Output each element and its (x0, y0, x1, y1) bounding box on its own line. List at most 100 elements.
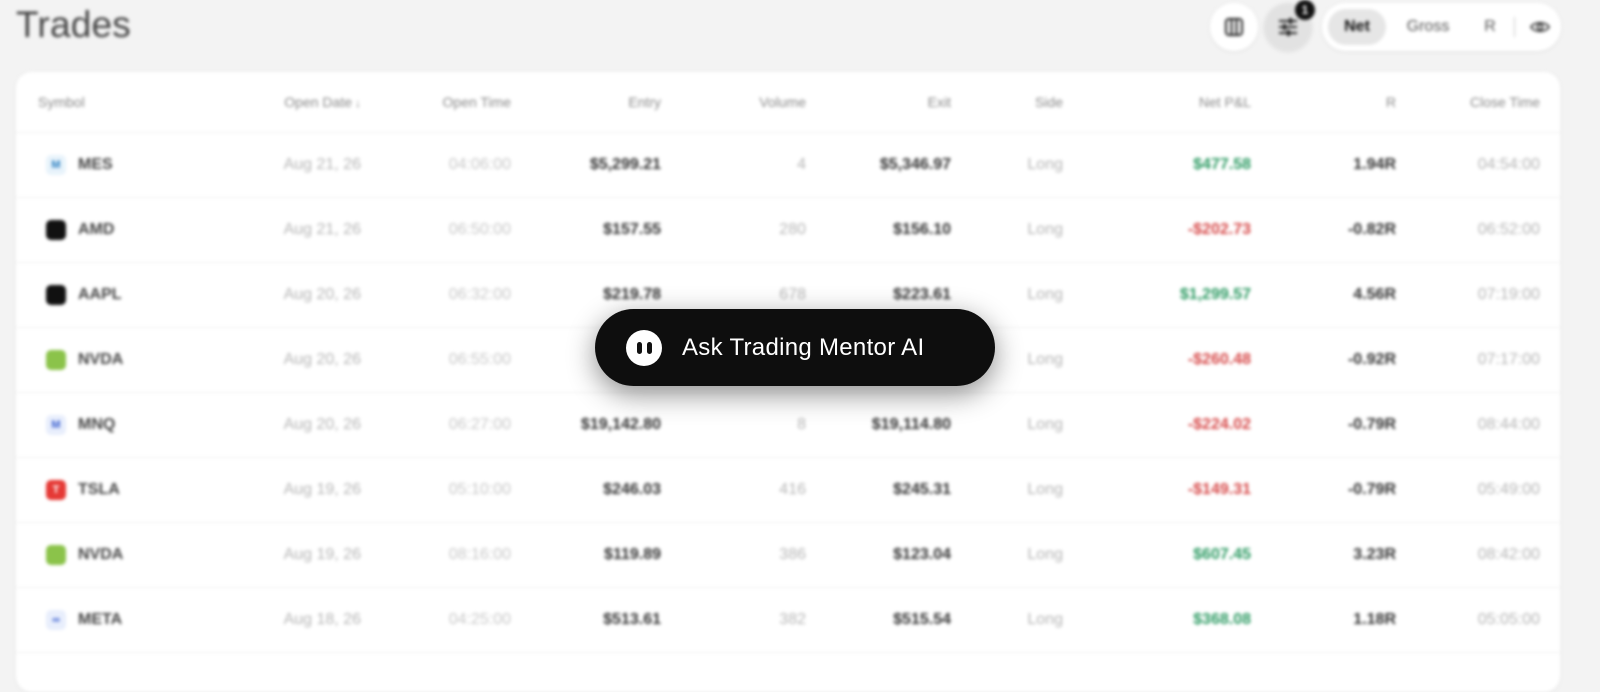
header-r[interactable]: R (1251, 72, 1396, 133)
cell-open-time: 06:50:00 (361, 197, 511, 263)
cell-volume: 8 (661, 392, 806, 458)
mode-net-button[interactable]: Net (1328, 9, 1386, 45)
symbol-label: META (78, 611, 123, 628)
cell-symbol: T TSLA (16, 457, 206, 523)
symbol-logo-icon: M (46, 415, 66, 435)
cell-exit: $123.04 (806, 522, 951, 588)
eye-icon (1530, 22, 1550, 32)
table-row[interactable]: M MNQ Aug 20, 26 06:27:00 $19,142.80 8 $19,114… (16, 392, 1560, 458)
cell-close-time: 04:54:00 (1396, 132, 1560, 198)
header-side[interactable]: Side (951, 72, 1081, 133)
header-open-date[interactable]: Open Date ↓ (206, 72, 361, 133)
cell-open-time: 06:32:00 (361, 262, 511, 328)
ask-ai-button[interactable]: Ask Trading Mentor AI (595, 309, 995, 386)
symbol-logo-icon (46, 545, 66, 565)
robot-face-icon (626, 329, 662, 366)
cell-exit: $515.54 (806, 587, 951, 653)
symbol-label: TSLA (78, 481, 120, 498)
cell-close-time: 08:42:00 (1396, 522, 1560, 588)
mode-r-button[interactable]: R (1470, 9, 1510, 45)
sort-down-icon: ↓ (355, 96, 361, 110)
cell-symbol: AAPL (16, 262, 206, 328)
cell-net-pnl: $1,299.57 (1081, 262, 1251, 328)
cell-open-date: Aug 21, 26 (206, 132, 361, 198)
columns-button[interactable] (1210, 3, 1258, 51)
symbol-label: NVDA (78, 546, 124, 563)
cell-close-time: 05:49:00 (1396, 457, 1560, 523)
cell-r: 3.23R (1251, 522, 1396, 588)
cell-symbol: AMD (16, 197, 206, 263)
header-exit[interactable]: Exit (806, 72, 951, 133)
cell-net-pnl: -$149.31 (1081, 457, 1251, 523)
filter-button[interactable]: 1 (1264, 0, 1315, 51)
page-title: Trades (16, 4, 131, 45)
cell-exit: $5,346.97 (806, 132, 951, 198)
cell-exit: $156.10 (806, 197, 951, 263)
header-volume[interactable]: Volume (661, 72, 806, 133)
symbol-logo-icon (46, 350, 66, 370)
cell-net-pnl: -$260.48 (1081, 327, 1251, 393)
cell-r: -0.79R (1251, 392, 1396, 458)
cell-volume: 280 (661, 197, 806, 263)
cell-close-time: 08:44:00 (1396, 392, 1560, 458)
header-open-date-label: Open Date (284, 94, 352, 110)
symbol-logo-icon (46, 285, 66, 305)
pnl-mode-toggle: Net Gross R (1322, 3, 1561, 51)
cell-symbol: NVDA (16, 522, 206, 588)
cell-entry: $246.03 (511, 457, 661, 523)
visibility-toggle[interactable] (1522, 9, 1558, 45)
cell-net-pnl: -$202.73 (1081, 197, 1251, 263)
cell-open-date: Aug 19, 26 (206, 522, 361, 588)
cell-r: -0.82R (1251, 197, 1396, 263)
table-row[interactable]: T TSLA Aug 19, 26 05:10:00 $246.03 416 $245.31… (16, 457, 1560, 523)
cell-symbol: M MES (16, 132, 206, 198)
cell-close-time: 05:05:00 (1396, 587, 1560, 653)
cell-net-pnl: $477.58 (1081, 132, 1251, 198)
columns-icon (1225, 18, 1243, 36)
symbol-label: NVDA (78, 351, 124, 368)
cell-symbol: M MNQ (16, 392, 206, 458)
cell-volume: 386 (661, 522, 806, 588)
mode-gross-button[interactable]: Gross (1392, 9, 1464, 45)
cell-r: 4.56R (1251, 262, 1396, 328)
cell-open-date: Aug 20, 26 (206, 327, 361, 393)
header-entry[interactable]: Entry (511, 72, 661, 133)
cell-open-time: 06:55:00 (361, 327, 511, 393)
cell-open-date: Aug 20, 26 (206, 262, 361, 328)
cell-open-time: 08:16:00 (361, 522, 511, 588)
cell-open-date: Aug 21, 26 (206, 197, 361, 263)
cell-close-time: 07:19:00 (1396, 262, 1560, 328)
header-close-time[interactable]: Close Time (1396, 72, 1560, 133)
table-row[interactable]: NVDA Aug 19, 26 08:16:00 $119.89 386 $123.04 L… (16, 522, 1560, 588)
cell-open-date: Aug 20, 26 (206, 392, 361, 458)
filter-count-badge: 1 (1295, 0, 1315, 20)
cell-exit: $19,114.80 (806, 392, 951, 458)
cell-side: Long (951, 522, 1081, 588)
cell-symbol: NVDA (16, 327, 206, 393)
cell-net-pnl: $368.08 (1081, 587, 1251, 653)
header-open-time[interactable]: Open Time (361, 72, 511, 133)
table-row[interactable]: M MES Aug 21, 26 04:06:00 $5,299.21 4 $5,346.9… (16, 132, 1560, 198)
cell-r: 1.94R (1251, 132, 1396, 198)
cell-open-time: 06:27:00 (361, 392, 511, 458)
cell-open-time: 04:06:00 (361, 132, 511, 198)
symbol-logo-icon: T (46, 480, 66, 500)
cell-entry: $19,142.80 (511, 392, 661, 458)
cell-volume: 4 (661, 132, 806, 198)
table-row[interactable]: ∞ META Aug 18, 26 04:25:00 $513.61 382 $515.54… (16, 587, 1560, 653)
cell-r: -0.92R (1251, 327, 1396, 393)
cell-side: Long (951, 457, 1081, 523)
cell-entry: $513.61 (511, 587, 661, 653)
cell-symbol: ∞ META (16, 587, 206, 653)
cell-side: Long (951, 587, 1081, 653)
cell-r: 1.18R (1251, 587, 1396, 653)
header-net-pnl[interactable]: Net P&L (1081, 72, 1251, 133)
cell-close-time: 06:52:00 (1396, 197, 1560, 263)
cell-exit: $245.31 (806, 457, 951, 523)
table-row[interactable]: AMD Aug 21, 26 06:50:00 $157.55 280 $156.10 Lo… (16, 197, 1560, 263)
cell-r: -0.79R (1251, 457, 1396, 523)
cell-volume: 382 (661, 587, 806, 653)
toggle-divider (1514, 17, 1515, 37)
header-symbol[interactable]: Symbol (16, 72, 206, 133)
symbol-label: AMD (78, 221, 115, 238)
